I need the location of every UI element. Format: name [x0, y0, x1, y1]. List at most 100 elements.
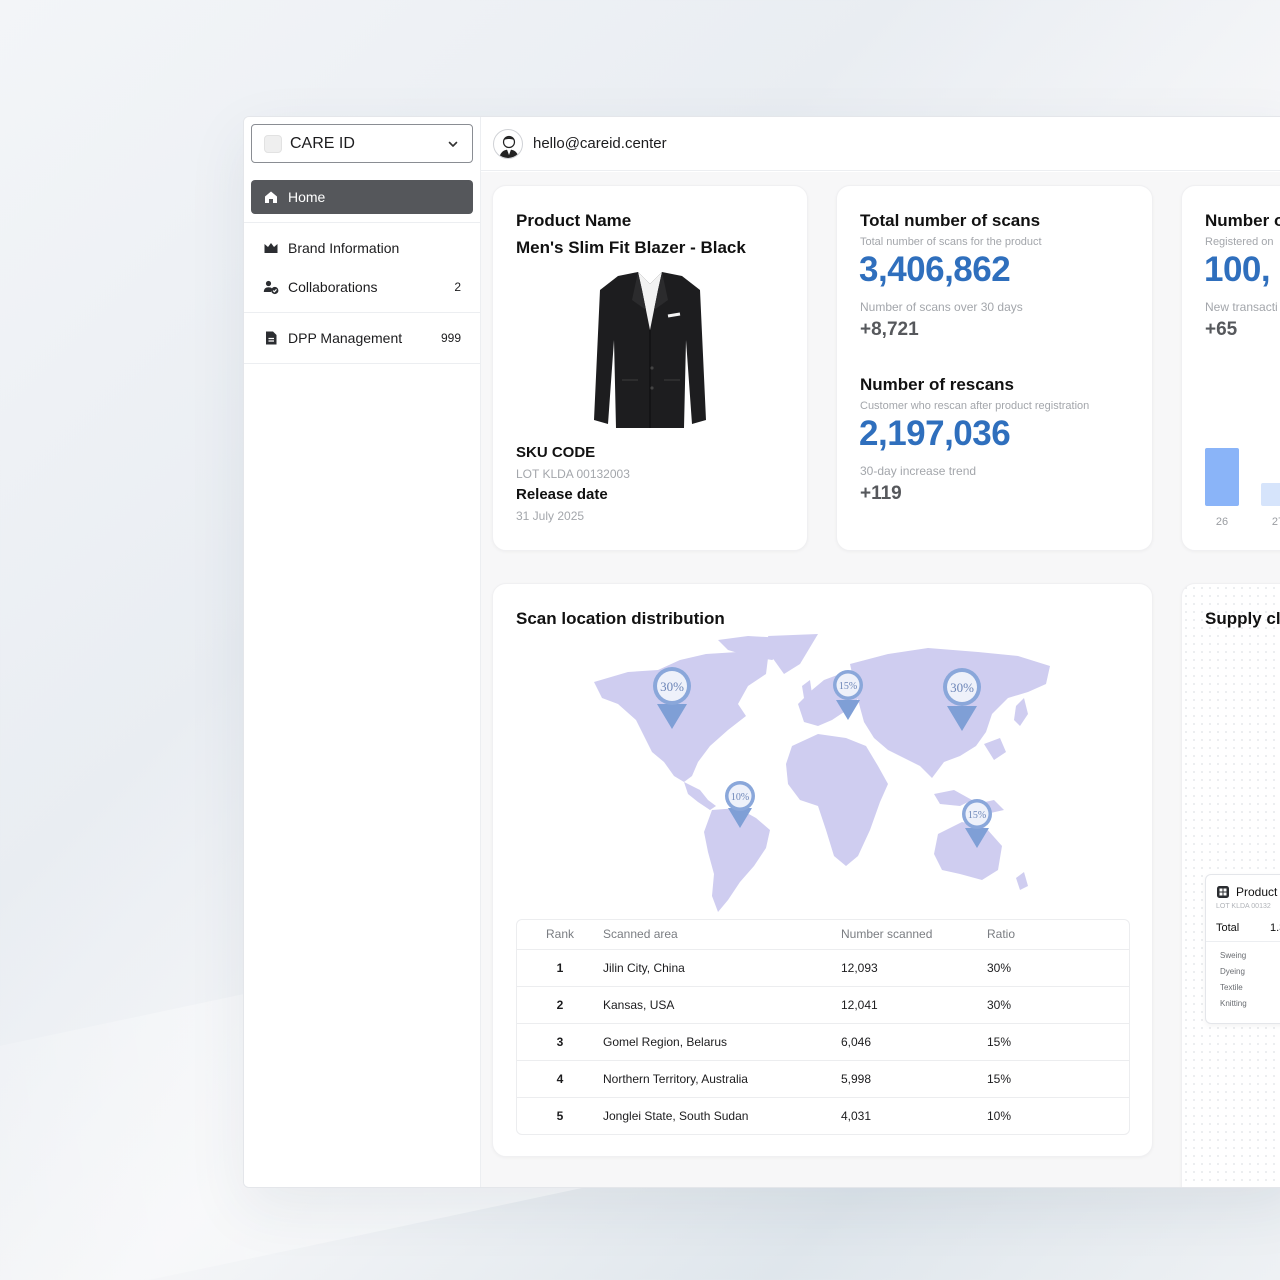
chevron-down-icon: [448, 141, 458, 147]
map-marker-label: 10%: [731, 792, 749, 803]
map-marker-label: 30%: [950, 680, 974, 695]
supply-step: Sweing: [1220, 951, 1247, 960]
cell-rank: 4: [517, 1060, 603, 1098]
table-row[interactable]: 4 Northern Territory, Australia 5,998 15…: [517, 1060, 1129, 1098]
organization-select[interactable]: CARE ID: [251, 124, 473, 163]
sidebar-item-label: Brand Information: [288, 240, 400, 256]
cell-rank: 5: [556, 1108, 564, 1123]
supply-step: Knitting: [1220, 999, 1247, 1008]
rescans-title: Number of rescans: [860, 375, 1014, 394]
cell-ratio: 15%: [987, 1060, 1129, 1098]
sidebar-item-label: Home: [288, 189, 326, 205]
cell-area: Northern Territory, Australia: [603, 1060, 841, 1098]
sidebar-item-label: Collaborations: [288, 279, 378, 295]
sidebar-item-label: DPP Management: [288, 330, 403, 346]
scans-subtitle: Total number of scans for the product: [860, 236, 1042, 248]
world-map: 30% 15% 30% 10% 15%: [594, 634, 1050, 912]
divider: [244, 222, 481, 223]
user-email: hello@careid.center: [533, 135, 667, 152]
cell-rank: 3: [517, 1023, 603, 1061]
table-row[interactable]: 5 Jonglei State, South Sudan 4,031 10%: [517, 1097, 1129, 1134]
blazer-image: [594, 272, 706, 428]
registrations-subtitle: Registered on: [1205, 236, 1274, 248]
release-value: 31 July 2025: [516, 509, 585, 523]
dashboard-main: Product Name Men's Slim Fit Blazer - Bla…: [481, 172, 1280, 1187]
scan-location-table: Rank Scanned area Number scanned Ratio 1…: [516, 919, 1130, 1135]
supply-node-header: Product: [1216, 885, 1277, 899]
cell-count: 12,041: [841, 986, 987, 1024]
registrations-new-label: New transacti: [1205, 300, 1278, 314]
crown-icon: [264, 243, 278, 253]
release-label: Release date: [516, 486, 608, 503]
cell-rank: 1: [517, 949, 603, 987]
registrations-card: Number o Registered on 100, New transact…: [1181, 185, 1280, 551]
supply-node-title: Product: [1236, 885, 1278, 899]
scans-period-label: Number of scans over 30 days: [860, 300, 1023, 314]
sku-label: SKU CODE: [516, 444, 596, 461]
scans-title: Total number of scans: [860, 211, 1041, 230]
rescans-delta: +119: [860, 483, 902, 504]
sku-value: LOT KLDA 00132003: [516, 467, 630, 481]
registrations-total: 100,: [1204, 250, 1271, 289]
product-name: Men's Slim Fit Blazer - Black: [516, 238, 746, 257]
supply-product-node[interactable]: Product LOT KLDA 00132 Total 1.3 Sweing …: [1205, 874, 1280, 1024]
sidebar-item-count: 2: [454, 280, 461, 294]
app-window: CARE ID Home Brand Information Collabora…: [243, 116, 1280, 1188]
cell-count: 6,046: [841, 1023, 987, 1061]
mini-bar-label: 27: [1271, 516, 1280, 528]
cell-count: 4,031: [841, 1108, 872, 1123]
supply-node-lot: LOT KLDA 00132: [1216, 903, 1271, 910]
sidebar: CARE ID Home Brand Information Collabora…: [244, 117, 481, 1187]
table-row[interactable]: 1 Jilin City, China 12,093 30%: [517, 949, 1129, 987]
divider: [244, 312, 481, 313]
scans-total: 3,406,862: [859, 250, 1011, 289]
sidebar-item-brand-information[interactable]: Brand Information: [251, 233, 473, 263]
mini-bar-26: [1205, 448, 1239, 506]
column-header-number: Number scanned: [841, 920, 987, 950]
cell-count: 12,093: [841, 949, 987, 987]
table-row[interactable]: 3 Gomel Region, Belarus 6,046 15%: [517, 1023, 1129, 1061]
cell-area: Jonglei State, South Sudan: [603, 1108, 749, 1123]
rescans-subtitle: Customer who rescan after product regist…: [860, 400, 1090, 412]
registrations-title: Number o: [1205, 211, 1280, 230]
supply-total-label: Total: [1216, 922, 1240, 934]
mini-bar-chart: 26 27: [1205, 448, 1280, 530]
product-box-icon: [1217, 886, 1229, 898]
document-icon: [266, 331, 277, 345]
mini-bar-27: [1261, 483, 1280, 506]
table-header-row: Rank Scanned area Number scanned Ratio: [517, 920, 1129, 950]
cell-ratio: 30%: [987, 986, 1129, 1024]
cell-ratio: 30%: [987, 949, 1129, 987]
scans-period-delta: +8,721: [860, 319, 919, 340]
supply-step: Textile: [1220, 983, 1243, 992]
product-card: Product Name Men's Slim Fit Blazer - Bla…: [492, 185, 808, 551]
cell-area: Jilin City, China: [603, 949, 841, 987]
column-header-area: Scanned area: [603, 920, 841, 950]
map-marker-label: 15%: [839, 681, 857, 692]
sidebar-item-collaborations[interactable]: Collaborations 2: [251, 272, 473, 302]
avatar[interactable]: [493, 128, 523, 159]
supply-title: Supply cl: [1205, 609, 1280, 628]
divider: [1206, 941, 1280, 942]
sidebar-item-dpp-management[interactable]: DPP Management 999: [251, 323, 473, 353]
cell-ratio: 15%: [987, 1023, 1129, 1061]
cell-area: Gomel Region, Belarus: [603, 1023, 841, 1061]
map-section-title: Scan location distribution: [516, 609, 725, 628]
column-header-ratio: Ratio: [987, 920, 1129, 950]
product-title: Product Name: [516, 211, 632, 230]
top-header: hello@careid.center: [481, 117, 1280, 171]
map-marker-label: 15%: [968, 810, 986, 821]
table-row[interactable]: 2 Kansas, USA 12,041 30%: [517, 986, 1129, 1024]
supply-total-value: 1.3: [1270, 922, 1280, 934]
cell-rank: 2: [517, 986, 603, 1024]
cell-count: 5,998: [841, 1060, 987, 1098]
user-avatar-icon: [499, 135, 519, 158]
cell-ratio: 10%: [987, 1108, 1012, 1123]
sidebar-item-home[interactable]: Home: [251, 180, 473, 214]
home-icon: [265, 191, 277, 203]
rescans-total: 2,197,036: [859, 414, 1011, 453]
scan-location-card: Scan location distribution 30% 15% 30% 1…: [492, 583, 1153, 1157]
organization-name: CARE ID: [290, 134, 355, 152]
registrations-new-delta: +65: [1205, 319, 1238, 340]
scans-card: Total number of scans Total number of sc…: [836, 185, 1153, 551]
